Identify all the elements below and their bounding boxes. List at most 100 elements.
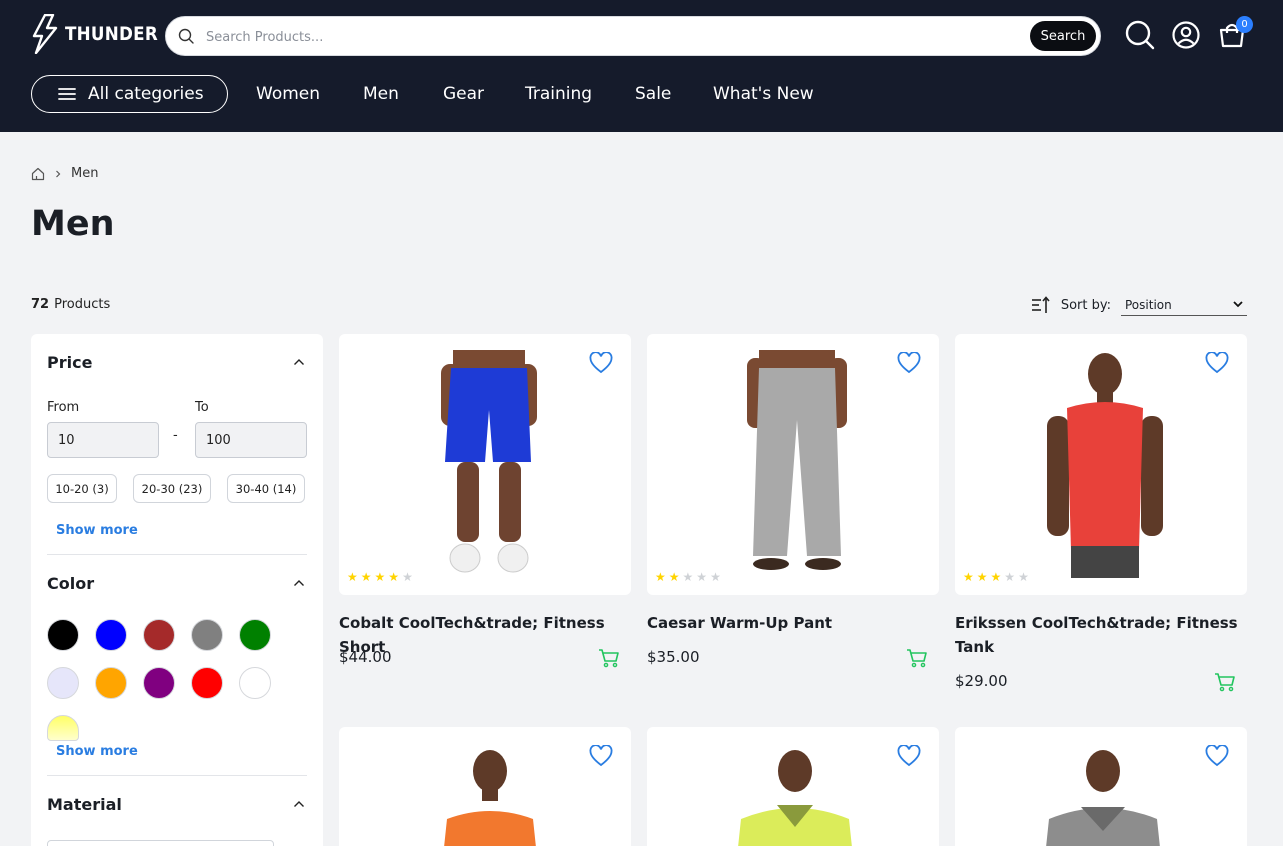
wishlist-heart-icon[interactable] (589, 745, 613, 767)
product-photo-tank (1047, 353, 1163, 578)
star-empty-icon: ★ (1018, 570, 1029, 584)
nav-training[interactable]: Training (525, 84, 592, 104)
rating-stars: ★ ★ ★ ★ ★ (347, 571, 413, 583)
cart-icon[interactable]: 0 (1217, 16, 1253, 50)
color-swatch[interactable] (95, 667, 127, 699)
divider (47, 775, 307, 776)
all-categories-label: All categories (88, 84, 204, 104)
star-filled-icon: ★ (388, 570, 400, 584)
star-filled-icon: ★ (360, 570, 372, 584)
color-swatch[interactable] (239, 619, 271, 651)
color-filter-title: Color (47, 574, 95, 593)
product-price: $44.00 (339, 648, 392, 666)
star-filled-icon: ★ (347, 570, 358, 584)
price-range-option[interactable]: 20-30 (23) (133, 474, 211, 503)
sort-select[interactable]: Position (1121, 294, 1247, 316)
star-filled-icon: ★ (963, 570, 974, 584)
wishlist-heart-icon[interactable] (589, 352, 613, 374)
product-photo-jacket-yellow (738, 750, 852, 846)
price-to-label: To (195, 400, 209, 415)
price-range-option[interactable]: 10-20 (3) (47, 474, 117, 503)
product-count: 72 Products (31, 297, 110, 312)
product-count-number: 72 (31, 297, 50, 312)
star-filled-icon: ★ (668, 570, 680, 584)
chevron-up-icon[interactable] (293, 579, 305, 587)
product-image-card[interactable]: ★ ★ ★ ★ ★ (647, 334, 939, 595)
wishlist-heart-icon[interactable] (1205, 745, 1229, 767)
product-image-card[interactable] (339, 727, 631, 846)
divider (47, 554, 307, 555)
sort-direction-icon[interactable] (1031, 296, 1051, 314)
price-to-input[interactable] (195, 422, 307, 458)
brand-name: THUNDER (65, 23, 159, 45)
star-empty-icon: ★ (696, 570, 708, 584)
nav-gear[interactable]: Gear (443, 84, 484, 104)
star-empty-icon: ★ (682, 570, 694, 584)
search-input[interactable] (206, 25, 1006, 49)
product-image-card[interactable] (955, 727, 1247, 846)
color-swatch[interactable] (95, 619, 127, 651)
sort-control: Sort by: Position (1031, 294, 1247, 316)
price-from-input[interactable] (47, 422, 159, 458)
material-search-input[interactable] (47, 840, 274, 846)
price-from-label: From (47, 400, 80, 415)
breadcrumb-current: Men (71, 166, 99, 181)
add-to-cart-icon[interactable] (906, 648, 928, 668)
star-filled-icon: ★ (374, 570, 386, 584)
product-count-label: Products (54, 297, 111, 312)
product-photo-shorts (441, 350, 537, 573)
add-to-cart-icon[interactable] (598, 648, 620, 668)
all-categories-button[interactable]: All categories (31, 75, 228, 113)
product-price: $29.00 (955, 672, 1008, 690)
color-swatch[interactable] (191, 619, 223, 651)
star-empty-icon: ★ (402, 570, 413, 584)
search-toggle-icon[interactable] (1125, 20, 1155, 50)
price-range-option[interactable]: 30-40 (14) (227, 474, 305, 503)
color-swatch[interactable] (47, 715, 79, 741)
search-bar: Search (165, 16, 1101, 56)
star-empty-icon: ★ (710, 570, 721, 584)
price-filter-title: Price (47, 353, 93, 372)
color-swatch[interactable] (47, 619, 79, 651)
chevron-up-icon[interactable] (293, 358, 305, 366)
color-swatch[interactable] (143, 619, 175, 651)
nav-sale[interactable]: Sale (635, 84, 671, 104)
price-show-more-link[interactable]: Show more (56, 523, 138, 538)
sort-select-value: Position (1125, 297, 1172, 312)
product-name[interactable]: Erikssen CoolTech&trade; Fitness Tank (955, 611, 1245, 659)
product-photo-hoodie-gray (1046, 750, 1160, 846)
product-name[interactable]: Caesar Warm-Up Pant (647, 611, 937, 635)
chevron-right-icon (56, 170, 61, 177)
color-swatch[interactable] (239, 667, 271, 699)
home-icon[interactable] (31, 167, 45, 181)
add-to-cart-icon[interactable] (1214, 672, 1236, 692)
search-button[interactable]: Search (1030, 21, 1096, 51)
rating-stars: ★ ★ ★ ★ ★ (655, 571, 721, 583)
cart-count-badge: 0 (1236, 16, 1253, 33)
wishlist-heart-icon[interactable] (1205, 352, 1229, 374)
rating-stars: ★ ★ ★ ★ ★ (963, 571, 1029, 583)
nav-women[interactable]: Women (256, 84, 320, 104)
breadcrumb: Men (31, 166, 98, 181)
nav-men[interactable]: Men (363, 84, 399, 104)
brand-logo[interactable]: THUNDER (31, 14, 171, 54)
product-image-card[interactable]: ★ ★ ★ ★ ★ (955, 334, 1247, 595)
star-filled-icon: ★ (655, 570, 666, 584)
color-show-more-link[interactable]: Show more (56, 744, 138, 759)
sort-label: Sort by: (1060, 297, 1111, 313)
account-icon[interactable] (1171, 20, 1201, 50)
product-image-card[interactable]: ★ ★ ★ ★ ★ (339, 334, 631, 595)
price-separator: - (173, 428, 178, 443)
star-filled-icon: ★ (976, 570, 988, 584)
chevron-down-icon (1233, 301, 1243, 308)
color-swatch[interactable] (143, 667, 175, 699)
lightning-icon (32, 14, 58, 54)
color-swatch[interactable] (47, 667, 79, 699)
color-swatch[interactable] (191, 667, 223, 699)
product-image-card[interactable] (647, 727, 939, 846)
chevron-up-icon[interactable] (293, 800, 305, 808)
nav-whats-new[interactable]: What's New (713, 84, 814, 104)
site-header: THUNDER Search 0 (0, 0, 1283, 132)
wishlist-heart-icon[interactable] (897, 352, 921, 374)
wishlist-heart-icon[interactable] (897, 745, 921, 767)
